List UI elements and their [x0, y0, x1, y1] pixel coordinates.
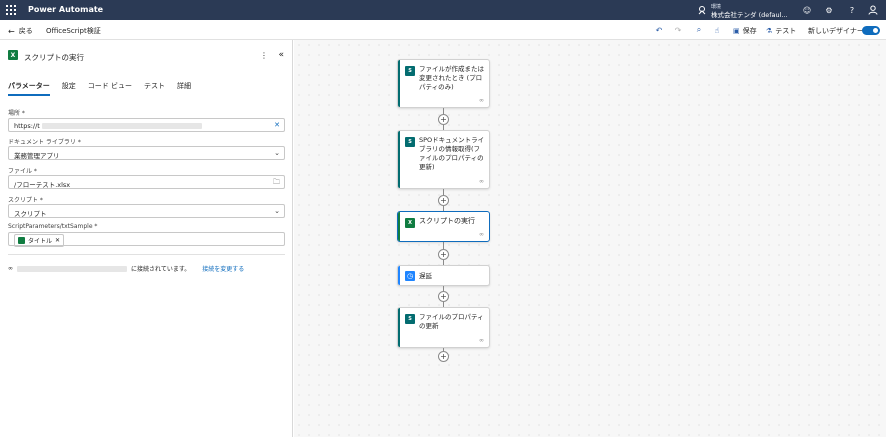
- flow-name: OfficeScript検証: [46, 27, 101, 35]
- node-accent: [398, 308, 400, 347]
- save-icon: ▣: [733, 27, 740, 35]
- node-title: SPOドキュメントライブラリの情報取得(ファイルのプロパティの更新): [419, 136, 485, 171]
- save-button[interactable]: ▣ 保存: [733, 26, 757, 36]
- change-connection-link[interactable]: 接続を変更する: [202, 264, 244, 273]
- add-step-button[interactable]: +: [438, 291, 449, 302]
- params-label: ScriptParameters/txtSample *: [8, 223, 98, 230]
- redacted-account: [17, 265, 127, 272]
- library-dropdown[interactable]: 業務管理アプリ ⌄: [8, 146, 285, 160]
- tab-parameters[interactable]: パラメーター: [8, 81, 50, 96]
- chevron-down-icon: ⌄: [274, 149, 280, 157]
- sharepoint-icon: S: [405, 314, 415, 324]
- folder-icon[interactable]: 🗀: [273, 178, 280, 189]
- location-value: https://t: [14, 122, 40, 130]
- node-title: 遅延: [419, 272, 432, 280]
- node-accent: [398, 212, 400, 241]
- link-icon: ∞: [479, 97, 484, 104]
- node-title: ファイルのプロパティの更新: [419, 313, 484, 330]
- back-label: 戻る: [18, 27, 33, 35]
- add-step-button[interactable]: +: [438, 195, 449, 206]
- token-label: タイトル: [28, 238, 53, 245]
- help-icon[interactable]: ?: [846, 4, 858, 16]
- panel-tabs: パラメーター 設定 コード ビュー テスト 詳細: [8, 81, 191, 96]
- environment-icon: [698, 6, 706, 15]
- flow-canvas[interactable]: S ファイルが作成または変更されたとき (プロパティのみ) ∞ + S SPOド…: [294, 40, 886, 437]
- script-label: スクリプト *: [8, 197, 43, 204]
- add-step-button[interactable]: +: [438, 351, 449, 362]
- action-details-panel: X スクリプトの実行 ⋮ « パラメーター 設定 コード ビュー テスト 詳細 …: [0, 40, 293, 437]
- excel-icon: X: [8, 50, 18, 60]
- command-bar: ← 戻る OfficeScript検証 ↶ ↷ ⌕ ☝ ▣ 保存 ⚗ テスト 新…: [0, 20, 886, 40]
- panel-title: スクリプトの実行: [24, 53, 84, 62]
- file-field[interactable]: /フローテスト.xlsx 🗀: [8, 175, 285, 189]
- environment-name: 株式会社テンダ (defaul...: [711, 11, 788, 19]
- remove-token-icon[interactable]: ✕: [55, 237, 60, 244]
- back-button[interactable]: ← 戻る: [8, 26, 33, 36]
- flow-node-run-script[interactable]: X スクリプトの実行 ∞: [397, 211, 490, 242]
- node-accent: [398, 266, 400, 285]
- redo-icon[interactable]: ↷: [673, 25, 683, 35]
- settings-icon[interactable]: ⚙: [823, 4, 835, 16]
- panel-header: X スクリプトの実行 ⋮ «: [8, 50, 284, 64]
- test-button[interactable]: ⚗ テスト: [766, 26, 796, 36]
- excel-icon: X: [405, 218, 415, 228]
- dynamic-content-token[interactable]: タイトル ✕: [14, 234, 65, 247]
- script-dropdown[interactable]: スクリプト ⌄: [8, 204, 285, 218]
- undo-icon[interactable]: ↶: [654, 25, 664, 35]
- emoji-icon[interactable]: ☺: [801, 4, 813, 16]
- test-icon: ⚗: [766, 27, 773, 35]
- back-arrow-icon: ←: [8, 26, 15, 36]
- flow-node-trigger[interactable]: S ファイルが作成または変更されたとき (プロパティのみ) ∞: [397, 59, 490, 108]
- chevron-down-icon: ⌄: [274, 207, 280, 215]
- tab-about[interactable]: 詳細: [177, 81, 191, 96]
- params-field[interactable]: タイトル ✕: [8, 232, 285, 247]
- new-designer-toggle[interactable]: [862, 26, 880, 35]
- flow-checker-icon[interactable]: ☝: [712, 25, 722, 35]
- tab-testing[interactable]: テスト: [144, 81, 165, 96]
- connection-status: に接続されています。: [131, 266, 191, 273]
- location-label: 場所 *: [8, 110, 25, 117]
- connection-icon: ∞: [8, 265, 13, 272]
- app-header: Power Automate 環境 株式会社テンダ (defaul... ☺ ⚙…: [0, 0, 886, 20]
- tab-settings[interactable]: 設定: [62, 81, 76, 96]
- location-field[interactable]: https://t ✕: [8, 118, 285, 132]
- link-icon: ∞: [479, 231, 484, 238]
- new-designer-label: 新しいデザイナー: [808, 27, 864, 35]
- sharepoint-icon: S: [405, 66, 415, 76]
- library-value: 業務管理アプリ: [14, 152, 60, 160]
- flow-node-update-properties[interactable]: S ファイルのプロパティの更新 ∞: [397, 307, 490, 348]
- redacted-url: [41, 123, 202, 129]
- copilot-icon[interactable]: ⌕: [694, 25, 704, 35]
- node-title: ファイルが作成または変更されたとき (プロパティのみ): [419, 65, 484, 91]
- script-value: スクリプト: [14, 210, 47, 218]
- divider: [8, 254, 285, 255]
- save-label: 保存: [742, 27, 757, 35]
- flow-node-delay[interactable]: ◷ 遅延: [397, 265, 490, 286]
- add-step-button[interactable]: +: [438, 249, 449, 260]
- test-label: テスト: [775, 27, 797, 35]
- tab-code-view[interactable]: コード ビュー: [88, 81, 132, 96]
- link-icon: ∞: [479, 178, 484, 185]
- more-options-icon[interactable]: ⋮: [260, 51, 268, 60]
- flow-node-get-properties[interactable]: S SPOドキュメントライブラリの情報取得(ファイルのプロパティの更新) ∞: [397, 130, 490, 189]
- collapse-panel-icon[interactable]: «: [278, 50, 284, 60]
- clear-icon[interactable]: ✕: [274, 121, 280, 129]
- file-value: /フローテスト.xlsx: [14, 181, 71, 189]
- account-icon[interactable]: [867, 4, 879, 16]
- add-step-button[interactable]: +: [438, 114, 449, 125]
- app-launcher-icon[interactable]: [6, 5, 16, 15]
- link-icon: ∞: [479, 337, 484, 344]
- sharepoint-icon: [18, 237, 25, 244]
- clock-icon: ◷: [405, 271, 415, 281]
- connection-info: ∞ に接続されています。 接続を変更する: [8, 264, 244, 273]
- app-name[interactable]: Power Automate: [28, 5, 103, 14]
- node-accent: [398, 131, 400, 188]
- file-label: ファイル *: [8, 168, 37, 175]
- sharepoint-icon: S: [405, 137, 415, 147]
- node-title: スクリプトの実行: [419, 217, 475, 225]
- node-accent: [398, 60, 400, 107]
- library-label: ドキュメント ライブラリ *: [8, 139, 81, 146]
